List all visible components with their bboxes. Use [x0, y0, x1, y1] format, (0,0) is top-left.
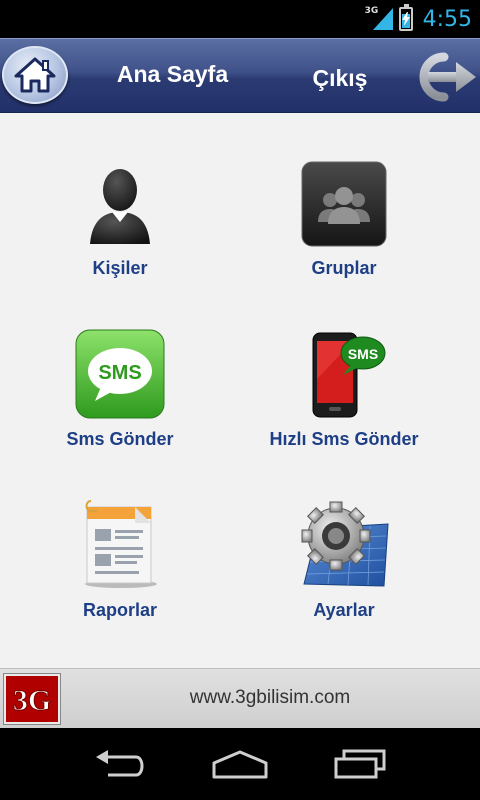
system-nav-bar	[0, 728, 480, 800]
phone-sms-icon: SMS	[298, 328, 390, 420]
menu-item-label: Sms Gönder	[66, 429, 174, 449]
svg-text:SMS: SMS	[98, 362, 141, 384]
person-icon	[74, 158, 166, 250]
menu-item-label: Kişiler	[92, 258, 148, 278]
page-title: Ana Sayfa	[116, 61, 229, 87]
recent-apps-icon	[334, 749, 386, 779]
menu-item-settings[interactable]: Ayarlar	[224, 453, 464, 623]
back-icon	[96, 750, 144, 777]
menu-item-label: Ayarlar	[313, 600, 375, 620]
svg-text:3G: 3G	[13, 684, 51, 717]
menu-item-label: Raporlar	[82, 600, 158, 620]
network-indicator: 3G	[365, 4, 393, 34]
svg-text:SMS: SMS	[348, 346, 378, 362]
exit-label[interactable]: Çıkış	[300, 65, 380, 92]
back-button[interactable]	[90, 746, 150, 782]
home-icon	[14, 57, 56, 93]
menu-item-groups[interactable]: Gruplar	[224, 113, 464, 283]
signal-icon	[372, 8, 393, 30]
company-logo[interactable]: 3G	[4, 674, 60, 724]
menu-item-reports[interactable]: Raporlar	[0, 453, 240, 623]
home-button[interactable]	[2, 46, 70, 106]
menu-item-contacts[interactable]: Kişiler	[0, 113, 240, 283]
clock: 4:55	[422, 6, 472, 32]
status-bar: 3G 4:55	[0, 0, 480, 38]
recent-apps-button[interactable]	[330, 746, 390, 782]
main-menu: Kişiler Gruplar SMS Sms Gönder SMS Hızlı…	[0, 113, 480, 668]
exit-button[interactable]	[404, 47, 480, 107]
menu-item-label: Gruplar	[311, 258, 377, 278]
website-link[interactable]: www.3gbilisim.com	[70, 687, 470, 709]
sms-bubble-icon: SMS	[74, 328, 166, 420]
battery-charging-icon	[398, 4, 413, 31]
app-header: Ana Sayfa Çıkış	[0, 38, 480, 113]
menu-item-send-sms[interactable]: SMS Sms Gönder	[0, 283, 240, 453]
home-nav-icon	[212, 750, 268, 779]
menu-item-quick-sms[interactable]: SMS Hızlı Sms Gönder	[224, 283, 464, 453]
exit-icon	[419, 52, 476, 102]
footer-banner: 3G www.3gbilisim.com	[0, 668, 480, 728]
report-icon	[74, 498, 166, 590]
settings-gear-icon	[298, 498, 390, 590]
group-icon	[298, 158, 390, 250]
menu-item-label: Hızlı Sms Gönder	[269, 429, 419, 449]
home-nav-button[interactable]	[210, 746, 270, 782]
status-icons: 3G 4:55	[365, 0, 472, 38]
